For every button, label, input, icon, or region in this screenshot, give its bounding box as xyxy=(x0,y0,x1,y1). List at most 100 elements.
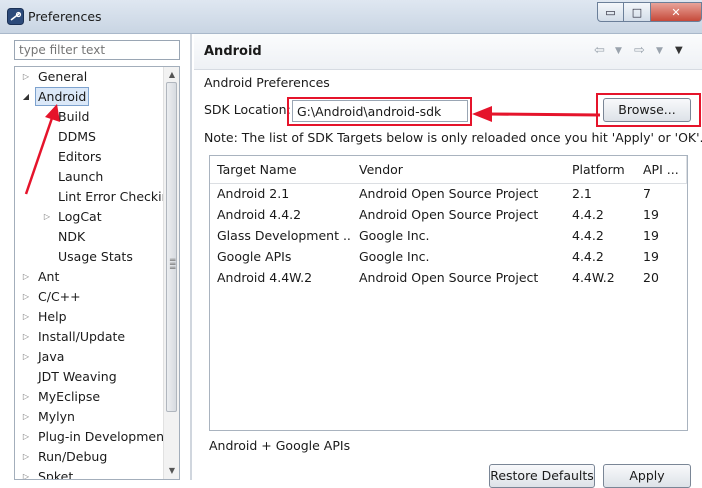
tree-item-mylyn[interactable]: ▷ Mylyn xyxy=(15,407,163,427)
grip-icon: ═ ═ ═ xyxy=(170,256,176,274)
minimize-button[interactable]: ▭ xyxy=(597,2,624,22)
table-row[interactable]: Android 4.4W.2 Android Open Source Proje… xyxy=(210,267,687,288)
expand-icon[interactable]: ▷ xyxy=(21,387,31,407)
api-cell: 20 xyxy=(643,270,659,285)
tree-item-plugin-development[interactable]: ▷ Plug-in Development xyxy=(15,427,169,447)
back-arrow-icon[interactable]: ⇦ xyxy=(594,43,605,58)
target-name-cell: Android 4.4.2 xyxy=(217,207,302,222)
tree-item-label: Help xyxy=(38,309,67,324)
scroll-up-icon[interactable]: ▲ xyxy=(166,69,178,81)
expand-icon[interactable]: ▷ xyxy=(21,347,31,367)
page-title: Android xyxy=(204,44,262,59)
filter-input[interactable] xyxy=(14,40,180,60)
expand-icon[interactable]: ▷ xyxy=(21,427,31,447)
tree-item-label: Spket xyxy=(38,469,74,480)
tree-item-label: NDK xyxy=(58,229,86,244)
target-name-cell: Android 2.1 xyxy=(217,186,290,201)
column-header-platform[interactable]: Platform xyxy=(565,156,637,184)
window-title: Preferences xyxy=(28,9,102,24)
forward-menu-chevron-icon[interactable]: ▼ xyxy=(656,46,663,56)
table-row[interactable]: Android 4.4.2 Android Open Source Projec… xyxy=(210,204,687,225)
tree-item-jdt-weaving[interactable]: JDT Weaving xyxy=(15,367,163,387)
sdk-location-label: SDK Location: xyxy=(204,102,291,117)
tree-item-install-update[interactable]: ▷ Install/Update xyxy=(15,327,163,347)
api-cell: 19 xyxy=(643,207,659,222)
expand-icon[interactable]: ▷ xyxy=(21,287,31,307)
expand-icon[interactable]: ▷ xyxy=(21,307,31,327)
api-cell: 19 xyxy=(643,249,659,264)
tree-item-label: Plug-in Development xyxy=(38,429,169,444)
apply-button[interactable]: Apply xyxy=(603,464,691,488)
platform-cell: 4.4.2 xyxy=(572,207,604,222)
scroll-down-icon[interactable]: ▼ xyxy=(166,465,178,477)
sdk-field-highlight xyxy=(287,97,472,126)
tree-item-label: Usage Stats xyxy=(58,249,133,264)
vendor-cell: Android Open Source Project xyxy=(359,207,539,222)
window-controls: ▭ □ ✕ xyxy=(597,2,702,22)
tree-item-ndk[interactable]: NDK xyxy=(15,227,163,247)
table-row[interactable]: Google APIs Google Inc. 4.4.2 19 xyxy=(210,246,687,267)
expand-icon[interactable]: ▷ xyxy=(21,447,31,467)
expand-icon[interactable]: ▷ xyxy=(21,267,31,287)
tree-item-help[interactable]: ▷ Help xyxy=(15,307,163,327)
expand-icon[interactable]: ▷ xyxy=(21,407,31,427)
tree-item-java[interactable]: ▷ Java xyxy=(15,347,163,367)
forward-arrow-icon[interactable]: ⇨ xyxy=(634,43,645,58)
view-menu-icon[interactable]: ▼ xyxy=(675,45,683,56)
back-menu-chevron-icon[interactable]: ▼ xyxy=(615,46,622,56)
expand-icon[interactable]: ▷ xyxy=(42,207,52,227)
maximize-button[interactable]: □ xyxy=(624,2,651,22)
annotation-arrow-browse xyxy=(472,106,601,122)
api-cell: 19 xyxy=(643,228,659,243)
tree-item-label: LogCat xyxy=(58,209,102,224)
vendor-cell: Google Inc. xyxy=(359,228,430,243)
tree-item-label: Ant xyxy=(38,269,60,284)
target-name-cell: Glass Development ... xyxy=(217,228,352,243)
sash-divider[interactable] xyxy=(190,34,192,480)
table-row[interactable]: Glass Development ... Google Inc. 4.4.2 … xyxy=(210,225,687,246)
platform-cell: 4.4.2 xyxy=(572,249,604,264)
tree-item-label: JDT Weaving xyxy=(38,369,117,384)
tree-item-myeclipse[interactable]: ▷ MyEclipse xyxy=(15,387,163,407)
expand-icon[interactable]: ▷ xyxy=(21,467,31,479)
expand-icon[interactable]: ▷ xyxy=(21,67,31,87)
tree-item-label: MyEclipse xyxy=(38,389,101,404)
tree-item-label: Mylyn xyxy=(38,409,75,424)
tree-item-logcat[interactable]: ▷ LogCat xyxy=(15,207,163,227)
platform-cell: 4.4.2 xyxy=(572,228,604,243)
tree-item-usage-stats[interactable]: Usage Stats xyxy=(15,247,163,267)
column-header-vendor[interactable]: Vendor xyxy=(352,156,566,184)
annotation-arrow-android xyxy=(24,104,60,195)
minimize-icon: ▭ xyxy=(605,5,616,19)
target-name-cell: Android 4.4W.2 xyxy=(217,270,313,285)
restore-defaults-button[interactable]: Restore Defaults xyxy=(489,464,595,488)
tree-item-c-cpp[interactable]: ▷ C/C++ xyxy=(15,287,163,307)
close-icon: ✕ xyxy=(671,5,681,19)
eclipse-app-icon xyxy=(7,8,24,25)
page-header: Android ⇦ ▼ ⇨ ▼ ▼ xyxy=(194,34,702,70)
close-button[interactable]: ✕ xyxy=(651,2,702,22)
section-title: Android Preferences xyxy=(204,75,330,90)
api-cell: 7 xyxy=(643,186,651,201)
tree-item-run-debug[interactable]: ▷ Run/Debug xyxy=(15,447,163,467)
tree-item-label: Java xyxy=(38,349,65,364)
target-name-cell: Google APIs xyxy=(217,249,292,264)
browse-highlight xyxy=(596,93,701,127)
column-header-target-name[interactable]: Target Name xyxy=(210,156,353,184)
vendor-cell: Android Open Source Project xyxy=(359,186,539,201)
table-row[interactable]: Android 2.1 Android Open Source Project … xyxy=(210,183,687,204)
title-bar: Preferences ▭ □ ✕ xyxy=(0,0,702,34)
platform-cell: 4.4W.2 xyxy=(572,270,615,285)
tree-item-general[interactable]: ▷ General xyxy=(15,67,163,87)
tree-item-label: C/C++ xyxy=(38,289,81,304)
scrollbar-thumb[interactable]: ═ ═ ═ xyxy=(166,82,177,412)
column-header-api[interactable]: API ... xyxy=(636,156,687,184)
expand-icon[interactable]: ▷ xyxy=(21,327,31,347)
vendor-cell: Google Inc. xyxy=(359,249,430,264)
tree-item-spket[interactable]: ▷ Spket xyxy=(15,467,163,480)
tree-item-ant[interactable]: ▷ Ant xyxy=(15,267,163,287)
platform-cell: 2.1 xyxy=(572,186,592,201)
tree-scrollbar[interactable]: ▲ ═ ═ ═ ▼ xyxy=(163,67,179,479)
selected-target-summary: Android + Google APIs xyxy=(209,438,351,453)
tree-item-label: Install/Update xyxy=(38,329,126,344)
